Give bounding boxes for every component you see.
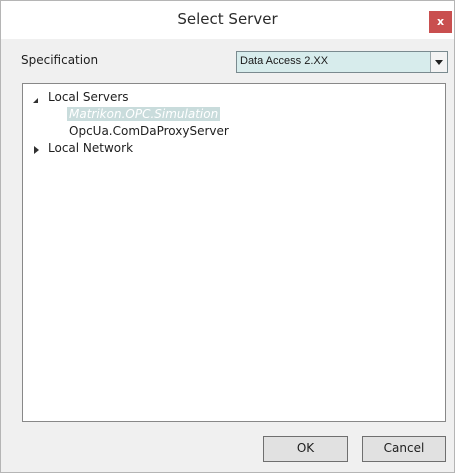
dialog-title: Select Server <box>177 10 278 28</box>
tree-item-label: OpcUa.ComDaProxyServer <box>69 124 229 138</box>
ok-button[interactable]: OK <box>263 436 348 462</box>
close-button[interactable]: x <box>429 11 452 33</box>
tree-item-local-network[interactable]: Local Network <box>23 141 223 157</box>
tree-item-label: Local Servers <box>48 90 129 104</box>
tree-item-matrikon-opc-simulation[interactable]: Matrikon.OPC.Simulation <box>67 107 267 123</box>
title-bar: Select Server x <box>1 1 454 39</box>
specification-selected-value: Data Access 2.XX <box>240 55 329 67</box>
chevron-down-icon[interactable] <box>430 52 447 72</box>
tree-item-opcua-comdaproxyserver[interactable]: OpcUa.ComDaProxyServer <box>69 124 269 140</box>
tree-item-label: Matrikon.OPC.Simulation <box>67 107 221 121</box>
expand-right-icon[interactable] <box>34 146 39 154</box>
tree-item-label: Local Network <box>48 141 134 155</box>
expand-down-icon[interactable] <box>33 98 38 103</box>
cancel-button[interactable]: Cancel <box>362 436 446 462</box>
server-tree[interactable]: Local Servers Matrikon.OPC.Simulation Op… <box>22 83 446 422</box>
tree-item-local-servers[interactable]: Local Servers <box>23 90 223 106</box>
select-server-dialog: Select Server x Specification Data Acces… <box>0 0 455 473</box>
close-icon: x <box>436 15 445 28</box>
specification-label: Specification <box>21 53 99 67</box>
specification-dropdown[interactable]: Data Access 2.XX <box>236 51 448 73</box>
